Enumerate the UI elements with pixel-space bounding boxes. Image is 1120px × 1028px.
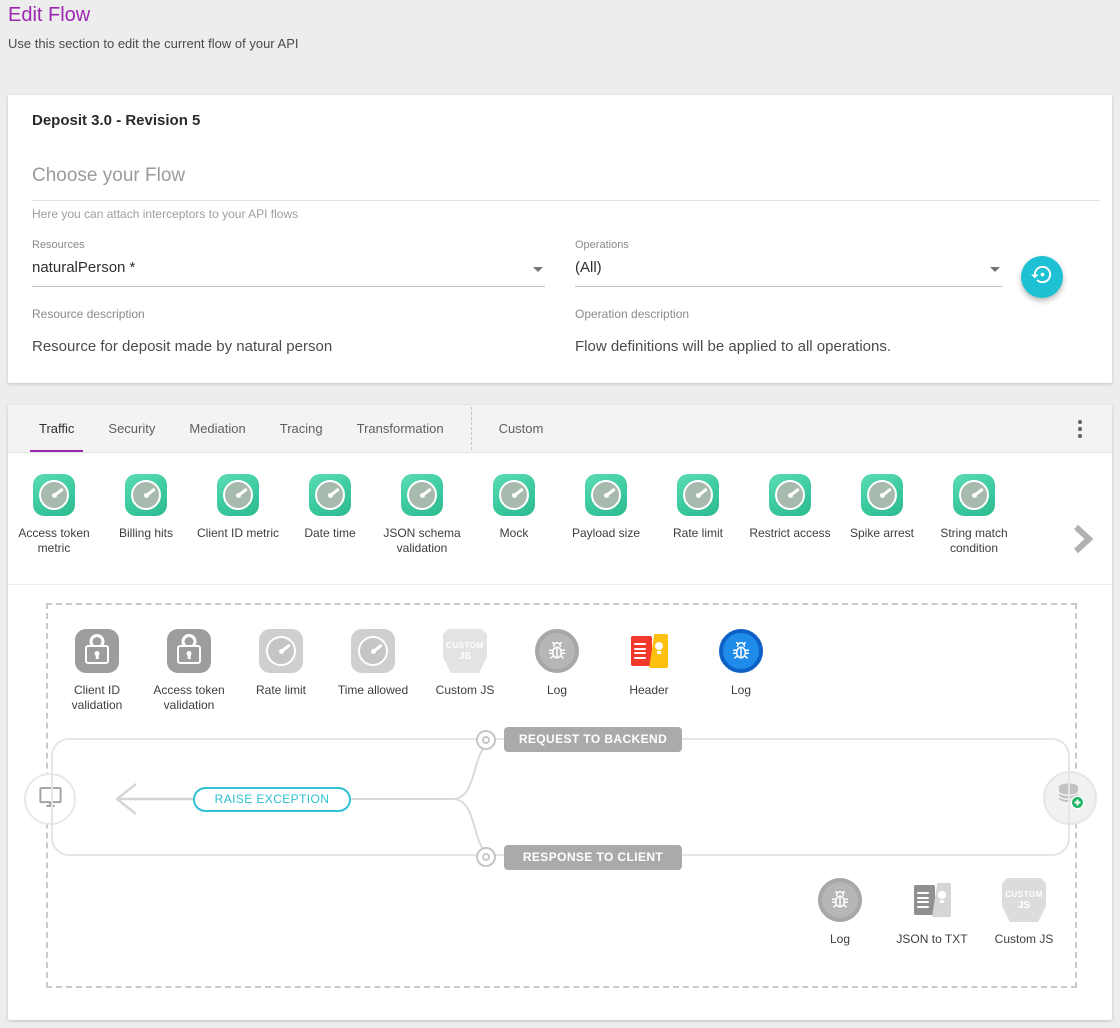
flow-interceptor[interactable]: CUSTOMJS Custom JS xyxy=(978,878,1070,947)
json-txt-icon xyxy=(910,878,954,922)
palette-item[interactable]: Access token metric xyxy=(8,474,100,556)
resources-select[interactable]: Resources naturalPerson * xyxy=(32,239,545,287)
flow-interceptor[interactable]: Header xyxy=(603,629,695,713)
restore-icon xyxy=(1031,263,1054,291)
palette-item[interactable]: Mock xyxy=(468,474,560,556)
operation-description-value: Flow definitions will be applied to all … xyxy=(575,338,1015,355)
operations-label: Operations xyxy=(575,239,1002,251)
resources-value[interactable]: naturalPerson * xyxy=(32,259,545,287)
flow-interceptor[interactable]: Log xyxy=(511,629,603,713)
tab-mediation[interactable]: Mediation xyxy=(172,405,262,452)
gauge-icon xyxy=(861,474,903,516)
resource-description-label: Resource description xyxy=(32,307,532,321)
response-interceptor-row: Log JSON to TXT CUSTOMJS Custom JS xyxy=(794,878,1070,947)
palette-item[interactable]: Date time xyxy=(284,474,376,556)
bug-icon xyxy=(719,629,763,673)
api-revision-title: Deposit 3.0 - Revision 5 xyxy=(32,112,200,129)
gauge-icon xyxy=(493,474,535,516)
gauge-icon xyxy=(769,474,811,516)
operations-value[interactable]: (All) xyxy=(575,259,1002,287)
flow-interceptor[interactable]: Log xyxy=(695,629,787,713)
interceptor-tabs: Traffic Security Mediation Tracing Trans… xyxy=(8,405,1112,453)
gauge-icon xyxy=(259,629,303,673)
palette-item[interactable]: Spike arrest xyxy=(836,474,928,556)
request-interceptor-row: Client ID validation Access token valida… xyxy=(51,629,787,713)
flow-editor-canvas: Client ID validation Access token valida… xyxy=(46,603,1077,988)
request-node xyxy=(476,730,496,750)
raise-exception-label: RAISE EXCEPTION xyxy=(193,787,351,812)
flow-interceptor[interactable]: Time allowed xyxy=(327,629,419,713)
header-tag-icon xyxy=(627,629,671,673)
operations-select[interactable]: Operations (All) xyxy=(575,239,1002,287)
gauge-icon xyxy=(401,474,443,516)
tab-transformation[interactable]: Transformation xyxy=(340,405,461,452)
flow-interceptor[interactable]: CUSTOMJS Custom JS xyxy=(419,629,511,713)
palette-item[interactable]: Billing hits xyxy=(100,474,192,556)
dropdown-caret-icon xyxy=(533,267,543,272)
palette-item[interactable]: Client ID metric xyxy=(192,474,284,556)
palette-item[interactable]: JSON schema validation xyxy=(376,474,468,556)
page-header: Edit Flow Use this section to edit the c… xyxy=(8,4,298,51)
flow-interceptor[interactable]: Client ID validation xyxy=(51,629,143,713)
resource-description: Resource description Resource for deposi… xyxy=(32,307,532,355)
tab-security[interactable]: Security xyxy=(91,405,172,452)
bug-icon xyxy=(535,629,579,673)
operation-description-label: Operation description xyxy=(575,307,1015,321)
resources-label: Resources xyxy=(32,239,545,251)
tab-custom[interactable]: Custom xyxy=(482,405,561,452)
lock-icon xyxy=(167,629,211,673)
dropdown-caret-icon xyxy=(990,267,1000,272)
palette-item[interactable]: Restrict access xyxy=(744,474,836,556)
request-lane-label: REQUEST TO BACKEND xyxy=(504,727,682,752)
palette-item[interactable]: Rate limit xyxy=(652,474,744,556)
response-node xyxy=(476,847,496,867)
page-subtitle: Use this section to edit the current flo… xyxy=(8,36,298,51)
interceptor-palette: Access token metric Billing hits Client … xyxy=(8,453,1112,585)
flow-interceptor[interactable]: JSON to TXT xyxy=(886,878,978,947)
section-title: Choose your Flow xyxy=(32,165,1100,201)
gauge-icon xyxy=(351,629,395,673)
flow-interceptor[interactable]: Access token validation xyxy=(143,629,235,713)
custom-js-icon: CUSTOMJS xyxy=(443,629,487,673)
flow-interceptor[interactable]: Rate limit xyxy=(235,629,327,713)
gauge-icon xyxy=(309,474,351,516)
flow-interceptor[interactable]: Log xyxy=(794,878,886,947)
bug-icon xyxy=(818,878,862,922)
gauge-icon xyxy=(677,474,719,516)
flow-chooser-card: Deposit 3.0 - Revision 5 Choose your Flo… xyxy=(8,95,1112,383)
palette-item[interactable]: Payload size xyxy=(560,474,652,556)
lock-icon xyxy=(75,629,119,673)
tab-divider xyxy=(471,407,472,450)
gauge-icon xyxy=(125,474,167,516)
chevron-right-icon[interactable] xyxy=(1070,519,1096,564)
page-title: Edit Flow xyxy=(8,4,298,27)
gauge-icon xyxy=(33,474,75,516)
response-lane-label: RESPONSE TO CLIENT xyxy=(504,845,682,870)
gauge-icon xyxy=(585,474,627,516)
tab-tracing[interactable]: Tracing xyxy=(263,405,340,452)
operation-description: Operation description Flow definitions w… xyxy=(575,307,1015,355)
custom-js-icon: CUSTOMJS xyxy=(1002,878,1046,922)
section-hint: Here you can attach interceptors to your… xyxy=(32,207,298,221)
tab-traffic[interactable]: Traffic xyxy=(22,405,91,452)
gauge-icon xyxy=(217,474,259,516)
interceptors-card: Traffic Security Mediation Tracing Trans… xyxy=(8,405,1112,1020)
flow-history-button[interactable] xyxy=(1021,256,1063,298)
kebab-menu-icon[interactable] xyxy=(1068,417,1092,441)
gauge-icon xyxy=(953,474,995,516)
palette-item[interactable]: String match condition xyxy=(928,474,1020,556)
resource-description-value: Resource for deposit made by natural per… xyxy=(32,338,532,355)
